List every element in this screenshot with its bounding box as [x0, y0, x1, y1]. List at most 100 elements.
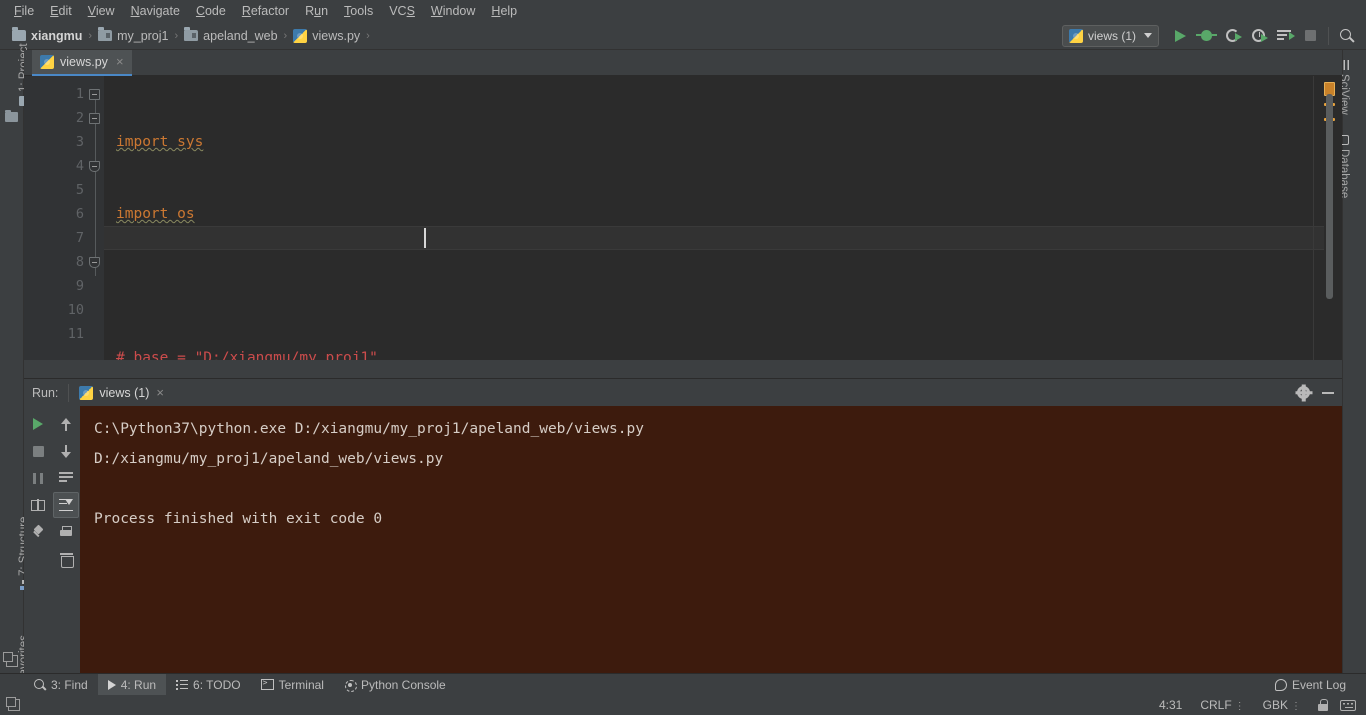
minimize-icon[interactable] [1322, 391, 1334, 394]
menu-item-edit[interactable]: Edit [42, 1, 80, 21]
stop-button[interactable] [25, 438, 51, 464]
editor-scrollbar[interactable] [1324, 76, 1336, 360]
stop-button[interactable] [1298, 24, 1322, 48]
clear-all-button[interactable] [53, 546, 79, 572]
pin-tab-button[interactable] [25, 519, 51, 545]
run-window-header: Run: views (1) × [24, 379, 1342, 406]
restore-layout-icon[interactable] [3, 652, 18, 667]
menu-item-view[interactable]: View [80, 1, 123, 21]
pause-output-button[interactable] [25, 465, 51, 491]
bottom-item-label: 6: TODO [193, 677, 241, 692]
run-tab-views[interactable]: views (1) × [69, 379, 172, 406]
run-window-toolbar [24, 406, 80, 674]
code-line-2: import os [116, 202, 1302, 226]
soft-wrap-button[interactable] [53, 465, 79, 491]
down-the-stack-button[interactable] [53, 438, 79, 464]
code-editor[interactable]: 1 2 3 4 5 6 7 8 9 10 11 import sys impor… [24, 76, 1342, 360]
menu-item-file[interactable]: File [6, 1, 42, 21]
bottom-item-label: Python Console [360, 677, 446, 692]
menu-item-navigate[interactable]: Navigate [123, 1, 188, 21]
bottom-item-terminal[interactable]: Terminal [251, 674, 334, 696]
breadcrumb-separator: › [174, 29, 179, 42]
menu-item-tools[interactable]: Tools [336, 1, 381, 21]
folder-icon [184, 27, 199, 41]
arrow-up-icon [61, 417, 72, 431]
keyboard-icon[interactable] [1340, 699, 1356, 711]
up-the-stack-button[interactable] [53, 411, 79, 437]
run-with-coverage-button[interactable] [1246, 24, 1270, 48]
fold-marker-line-2[interactable] [89, 113, 100, 124]
fold-marker-line-8[interactable] [89, 257, 100, 268]
python-console-icon [344, 679, 357, 692]
breadcrumb-item-xiangmu[interactable]: xiangmu [8, 27, 86, 44]
line-number: 5 [75, 182, 84, 198]
menu-item-help[interactable]: Help [483, 1, 525, 21]
lock-icon[interactable] [1318, 699, 1328, 711]
menu-item-vcs[interactable]: VCS [381, 1, 423, 21]
line-separator-widget[interactable]: CRLF ⋮ [1191, 698, 1253, 712]
run-icon [107, 679, 116, 690]
layout-icon [31, 499, 45, 511]
scrollbar-thumb[interactable] [1326, 94, 1333, 299]
bottom-item-python-console[interactable]: Python Console [334, 674, 456, 696]
bottom-item-todo[interactable]: 6: TODO [166, 674, 251, 696]
left-tool-strip: 1: Project 7: Structure ★ 2: Favorites [0, 43, 31, 710]
rerun-button[interactable] [25, 411, 51, 437]
editor-gutter[interactable]: 1 2 3 4 5 6 7 8 9 10 11 [24, 76, 104, 360]
event-log-label: Event Log [1291, 677, 1346, 692]
console-line: C:\Python37\python.exe D:/xiangmu/my_pro… [94, 421, 644, 437]
menu-item-code[interactable]: Code [188, 1, 234, 21]
event-log-button[interactable]: Event Log [1265, 674, 1356, 696]
line-number: 8 [75, 254, 84, 270]
console-line: D:/xiangmu/my_proj1/apeland_web/views.py [94, 451, 444, 467]
menu-item-run[interactable]: Run [297, 1, 336, 21]
soft-wrap-icon [59, 472, 73, 484]
debug-button[interactable] [1194, 24, 1218, 48]
navigation-bar: xiangmu › my_proj1 › apeland_web › views… [0, 22, 1366, 50]
caret-position-label[interactable]: 4:31 [1150, 698, 1191, 712]
stop-icon [1304, 30, 1316, 41]
run-with-console-button[interactable] [1272, 24, 1296, 48]
breadcrumb-item-my-proj1[interactable]: my_proj1 [94, 27, 172, 44]
breadcrumb-separator: › [366, 29, 370, 42]
project-folder-icon[interactable] [5, 109, 18, 122]
editor-tab-views-py[interactable]: views.py × [32, 50, 132, 76]
close-icon[interactable]: × [116, 55, 124, 68]
todo-icon [176, 679, 189, 690]
menu-item-window[interactable]: Window [423, 1, 483, 21]
run-window-title: Run: [32, 385, 59, 400]
code-comment: # base = [116, 350, 195, 360]
code-text: import sys [116, 134, 204, 150]
breadcrumb-label: my_proj1 [117, 28, 169, 43]
scroll-to-end-button[interactable] [53, 492, 79, 518]
status-bar-left [0, 696, 20, 711]
gear-icon[interactable] [1297, 386, 1310, 399]
chevron-icon: ⋮ [1234, 701, 1245, 712]
code-text: import os [116, 206, 195, 222]
fold-marker-line-4[interactable] [89, 161, 100, 172]
line-number: 6 [75, 206, 84, 222]
run-button[interactable] [1168, 24, 1192, 48]
run-console-output[interactable]: C:\Python37\python.exe D:/xiangmu/my_pro… [80, 406, 1342, 674]
run-toolbar-column-right [52, 406, 80, 674]
print-button[interactable] [53, 519, 79, 545]
status-bar: 4:31 CRLF ⋮ GBK ⋮ [0, 695, 1366, 715]
restore-layout-icon[interactable] [5, 696, 20, 711]
bottom-item-run[interactable]: 4: Run [97, 673, 167, 696]
breadcrumb-item-views-py[interactable]: views.py [289, 28, 364, 44]
line-number: 4 [75, 158, 84, 174]
breadcrumb-item-apeland-web[interactable]: apeland_web [180, 27, 281, 44]
code-line-1: import sys [116, 130, 1302, 154]
bottom-item-find[interactable]: 3: Find [24, 674, 98, 696]
close-icon[interactable]: × [156, 386, 164, 399]
fold-marker-line-1[interactable] [89, 89, 100, 100]
chevron-icon: ⋮ [1291, 701, 1301, 712]
python-run-icon [79, 385, 94, 400]
encoding-widget[interactable]: GBK ⋮ [1254, 698, 1310, 712]
run-configuration-selector[interactable]: views (1) [1061, 24, 1159, 47]
run-with-profiler-button[interactable] [1220, 24, 1244, 48]
menu-item-refactor[interactable]: Refactor [234, 1, 297, 21]
layout-button[interactable] [25, 492, 51, 518]
search-everywhere-button[interactable] [1335, 24, 1359, 48]
